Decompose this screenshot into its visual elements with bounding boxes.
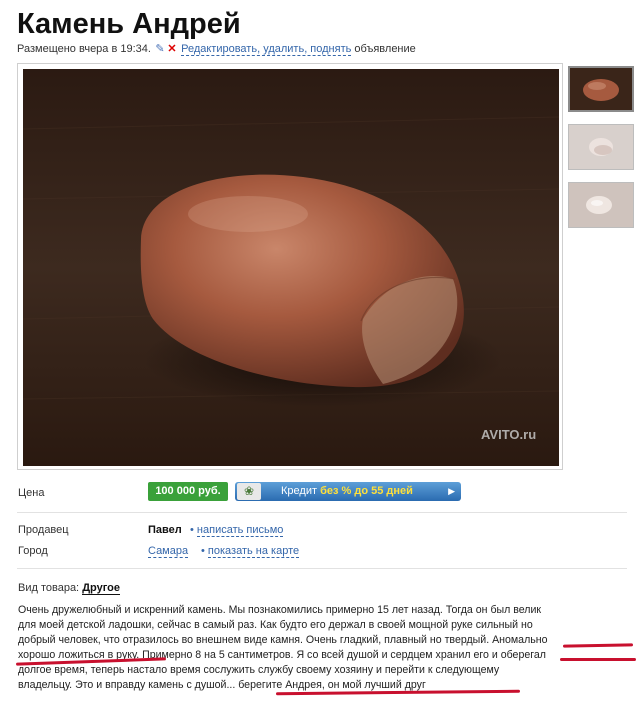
price-badge: 100 000 руб.: [148, 482, 228, 501]
pencil-icon[interactable]: ✎: [154, 42, 166, 55]
city-link[interactable]: Самара: [148, 545, 189, 558]
thumbnail-image: [570, 68, 632, 110]
edit-suffix: объявление: [354, 43, 416, 55]
thumbnail-1[interactable]: [568, 66, 634, 112]
seller-label: Продавец: [18, 524, 69, 536]
thumbnail-image: [569, 125, 633, 169]
city-label: Город: [18, 545, 48, 557]
bank-seal-icon: ❀: [237, 483, 261, 500]
divider: [17, 568, 627, 569]
stone-photo: AVITO.ru: [23, 69, 559, 466]
credit-prefix: Кредит: [281, 485, 318, 497]
main-photo[interactable]: AVITO.ru: [17, 63, 563, 470]
arrow-right-icon: ▶: [448, 486, 455, 496]
seller-name: Павел: [148, 524, 182, 536]
watermark: AVITO.ru: [481, 427, 536, 442]
description-line: для моей детской ладошки, сейчас в самый…: [18, 619, 533, 631]
price-label: Цена: [18, 487, 45, 499]
description: Очень дружелюбный и искренний камень. Мы…: [18, 603, 638, 693]
thumbnail-2[interactable]: [568, 124, 634, 170]
listing-title: Камень Андрей: [17, 8, 241, 40]
category: Вид товара: Другое: [18, 582, 120, 595]
posted-time: Размещено вчера в 19:34.: [17, 43, 151, 55]
listing-meta: Размещено вчера в 19:34. ✎ ✕ Редактироват…: [17, 42, 416, 56]
thumbnail-3[interactable]: [568, 182, 634, 228]
category-label: Вид товара:: [18, 582, 80, 594]
description-line: долгое время, теперь настало время сослу…: [18, 664, 500, 676]
credit-banner[interactable]: ❀ Кредит без % до 55 дней ▶: [235, 482, 461, 501]
description-line: Очень дружелюбный и искренний камень. Мы…: [18, 604, 542, 616]
credit-highlight: без % до 55 дней: [320, 485, 413, 497]
thumbnail-image: [569, 183, 633, 227]
divider: [17, 512, 627, 513]
show-map-text[interactable]: показать на карте: [207, 545, 300, 558]
edit-delete-raise-link[interactable]: Редактировать, удалить, поднять: [181, 43, 352, 56]
cross-icon[interactable]: ✕: [166, 42, 178, 55]
description-line: добрый человек, что отразилось во внешне…: [18, 634, 548, 646]
red-underline: [560, 658, 636, 661]
show-map-link[interactable]: • показать на карте: [201, 545, 300, 558]
write-message-text[interactable]: написать письмо: [196, 524, 284, 537]
category-value[interactable]: Другое: [82, 582, 120, 595]
write-message-link[interactable]: • написать письмо: [190, 524, 284, 537]
